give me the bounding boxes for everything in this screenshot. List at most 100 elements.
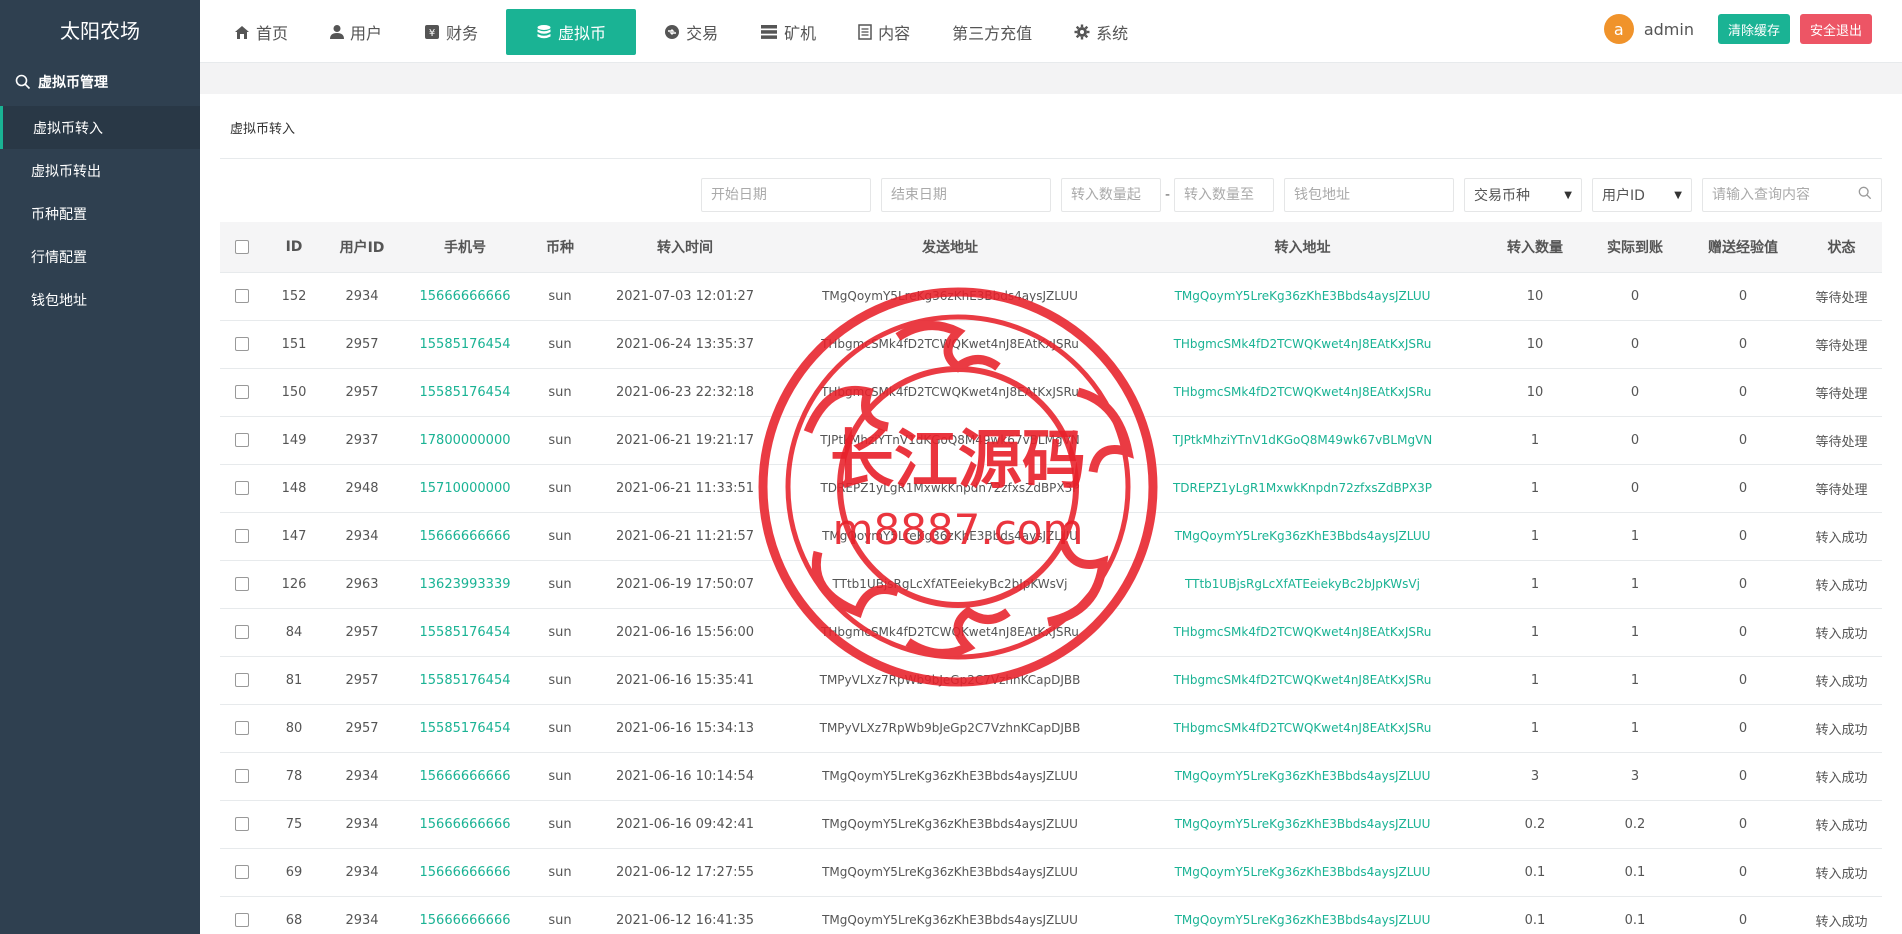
cell-actual: 0.1 [1585, 848, 1685, 897]
app-logo-title: 太阳农场 [60, 18, 140, 43]
nav-label: 矿机 [784, 23, 817, 43]
row-checkbox[interactable] [235, 721, 249, 735]
cell-time: 2021-06-21 19:21:17 [590, 416, 780, 465]
cell-status: 转入成功 [1801, 800, 1882, 849]
row-checkbox[interactable] [235, 865, 249, 879]
row-checkbox[interactable] [235, 529, 249, 543]
row-checkbox[interactable] [235, 481, 249, 495]
cell-status: 等待处理 [1801, 416, 1882, 465]
cell-coin: sun [530, 704, 590, 753]
cell-user-id: 2934 [324, 272, 400, 321]
search-input[interactable] [1712, 187, 1858, 203]
row-checkbox[interactable] [235, 577, 249, 591]
cell-time: 2021-06-19 17:50:07 [590, 560, 780, 609]
row-select-cell [220, 368, 264, 417]
cell-coin: sun [530, 848, 590, 897]
sidebar-item-coin-config[interactable]: 币种配置 [0, 192, 200, 235]
nav-finance[interactable]: ¥ 财务 [410, 9, 492, 55]
cell-amount: 1 [1485, 416, 1585, 465]
start-date-input[interactable] [710, 187, 861, 203]
cell-coin: sun [530, 800, 590, 849]
nav-user[interactable]: 用户 [316, 9, 396, 55]
row-checkbox[interactable] [235, 913, 249, 927]
select-all-checkbox[interactable] [235, 239, 249, 254]
cell-from-address: TTtb1UBjsRgLcXfATEeiekyBc2bJpKWsVj [780, 560, 1120, 609]
cell-user-id: 2934 [324, 752, 400, 801]
cell-phone[interactable]: 17800000000 [400, 416, 530, 465]
row-checkbox[interactable] [235, 337, 249, 351]
transfer-table: ID 用户ID 手机号 币种 转入时间 发送地址 转入地址 转入数量 实际到账 … [220, 222, 1882, 934]
amount-to-input[interactable] [1184, 187, 1264, 203]
sidebar: 太阳农场 虚拟币管理 虚拟币转入 虚拟币转出 币种配置 行情配置 钱包地址 [0, 0, 200, 934]
sidebar-item-market-config[interactable]: 行情配置 [0, 235, 200, 278]
row-checkbox[interactable] [235, 433, 249, 447]
nav-third-party-recharge[interactable]: 第三方充值 [938, 9, 1046, 55]
cell-phone[interactable]: 15585176454 [400, 368, 530, 417]
sidebar-item-coin-in[interactable]: 虚拟币转入 [0, 106, 200, 149]
row-checkbox[interactable] [235, 769, 249, 783]
coin-select[interactable]: 交易币种 ▼ [1464, 178, 1582, 212]
row-checkbox[interactable] [235, 289, 249, 303]
amount-from-field[interactable] [1060, 178, 1161, 212]
cell-coin: sun [530, 656, 590, 705]
wallet-input[interactable] [1294, 187, 1444, 203]
cell-coin: sun [530, 272, 590, 321]
sidebar-item-wallet-address[interactable]: 钱包地址 [0, 278, 200, 321]
cell-exp: 0 [1685, 560, 1801, 609]
start-date-field[interactable] [700, 178, 871, 212]
cell-exp: 0 [1685, 704, 1801, 753]
row-checkbox[interactable] [235, 673, 249, 687]
nav-label: 用户 [350, 23, 383, 43]
nav-virtual-coin[interactable]: 虚拟币 [506, 8, 637, 55]
cell-phone[interactable]: 15710000000 [400, 464, 530, 513]
cell-actual: 1 [1585, 704, 1685, 753]
table-row: 84 2957 15585176454 sun 2021-06-16 15:56:00 T… [220, 608, 1882, 657]
admin-name[interactable]: admin [1644, 20, 1694, 39]
end-date-field[interactable] [880, 178, 1051, 212]
search-icon[interactable] [1858, 186, 1872, 204]
filter-bar: - 交易币种 ▼ 用户ID ▼ [691, 178, 1882, 212]
cell-phone[interactable]: 15585176454 [400, 704, 530, 753]
cell-to-address: TDREPZ1yLgR1MxwkKnpdn72zfxsZdBPX3P [1120, 464, 1485, 513]
cell-phone[interactable]: 15585176454 [400, 320, 530, 369]
col-from-address: 发送地址 [780, 222, 1120, 273]
cell-phone[interactable]: 15585176454 [400, 656, 530, 705]
cell-phone[interactable]: 15666666666 [400, 752, 530, 801]
row-select-cell [220, 464, 264, 513]
cell-time: 2021-06-21 11:33:51 [590, 464, 780, 513]
cell-phone[interactable]: 15666666666 [400, 896, 530, 934]
nav-content[interactable]: 内容 [844, 9, 924, 55]
clear-cache-button[interactable]: 清除缓存 [1717, 14, 1790, 44]
sidebar-section-header[interactable]: 虚拟币管理 [0, 58, 200, 106]
cell-exp: 0 [1685, 512, 1801, 561]
search-field[interactable] [1702, 178, 1882, 212]
nav-system[interactable]: 系统 [1060, 9, 1142, 55]
user-area: a admin 清除缓存 安全退出 [1603, 14, 1872, 44]
logout-button[interactable]: 安全退出 [1799, 14, 1872, 44]
nav-home[interactable]: 首页 [220, 9, 302, 55]
cell-id: 68 [264, 896, 324, 934]
cell-time: 2021-06-16 15:34:13 [590, 704, 780, 753]
field-select[interactable]: 用户ID ▼ [1592, 178, 1692, 212]
cell-actual: 0.1 [1585, 896, 1685, 934]
nav-miner[interactable]: 矿机 [746, 9, 830, 55]
end-date-input[interactable] [890, 187, 1041, 203]
cell-actual: 0 [1585, 272, 1685, 321]
sidebar-item-coin-out[interactable]: 虚拟币转出 [0, 149, 200, 192]
row-checkbox[interactable] [235, 817, 249, 831]
table-row: 80 2957 15585176454 sun 2021-06-16 15:34:13 T… [220, 704, 1882, 753]
row-checkbox[interactable] [235, 385, 249, 399]
cell-phone[interactable]: 13623993339 [400, 560, 530, 609]
cell-phone[interactable]: 15666666666 [400, 512, 530, 561]
row-checkbox[interactable] [235, 625, 249, 639]
nav-trade[interactable]: 交易 [650, 9, 732, 55]
amount-from-input[interactable] [1070, 187, 1151, 203]
amount-to-field[interactable] [1174, 178, 1274, 212]
avatar[interactable]: a [1603, 14, 1634, 44]
cell-phone[interactable]: 15666666666 [400, 800, 530, 849]
cell-phone[interactable]: 15585176454 [400, 608, 530, 657]
cell-phone[interactable]: 15666666666 [400, 272, 530, 321]
cell-phone[interactable]: 15666666666 [400, 848, 530, 897]
cell-amount: 1 [1485, 704, 1585, 753]
wallet-field[interactable] [1284, 178, 1454, 212]
